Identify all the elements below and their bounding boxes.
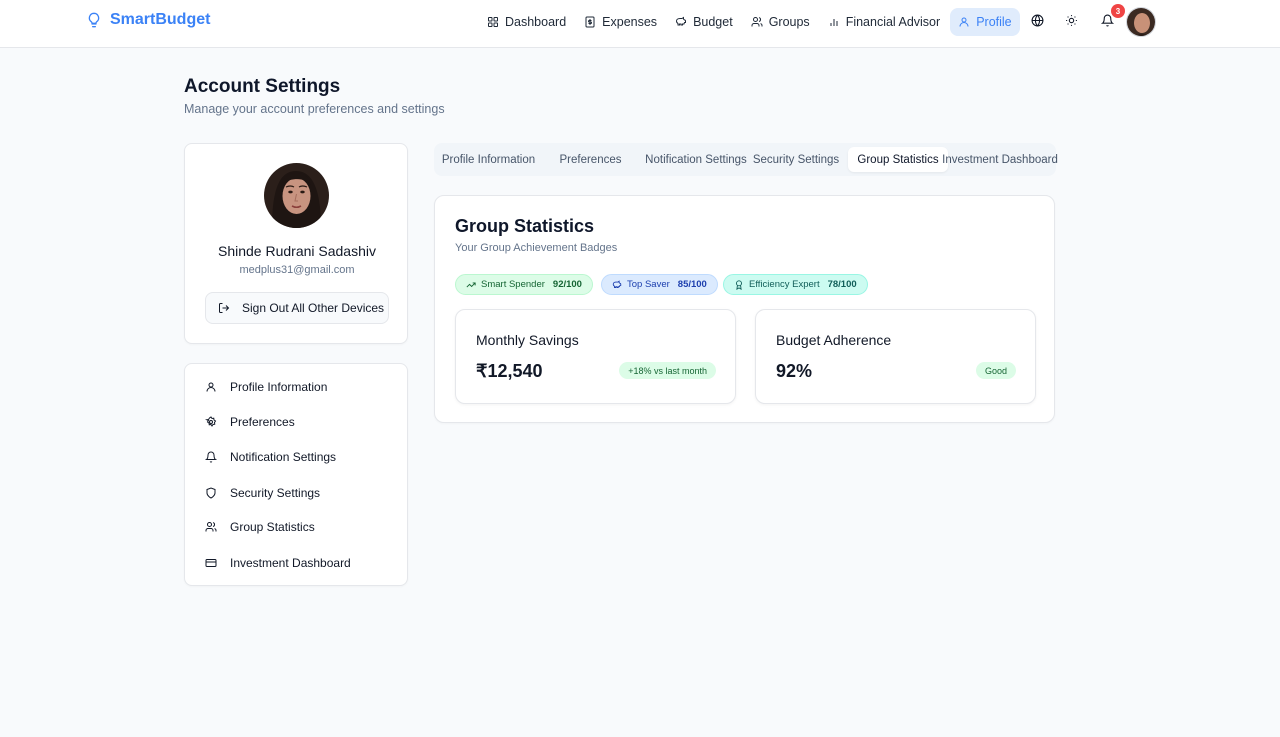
globe-icon xyxy=(1031,14,1043,26)
stat-value: 92% xyxy=(776,361,813,381)
tab-security-settings[interactable]: Security Settings xyxy=(752,147,840,172)
log-out-icon xyxy=(219,303,230,313)
shield-icon xyxy=(206,487,216,499)
brand-name: SmartBudget xyxy=(110,11,211,28)
profile-name: Shinde Rudrani Sadashiv xyxy=(218,243,376,259)
piggy-bank-icon xyxy=(612,279,622,288)
piggy-bank-icon xyxy=(676,16,687,26)
tab-label: Security Settings xyxy=(752,153,840,166)
tab-preferences[interactable]: Preferences xyxy=(552,147,629,172)
tab-investment-dashboard[interactable]: Investment Dashboard xyxy=(942,147,1058,172)
user-avatar[interactable] xyxy=(1126,7,1156,37)
nav-item-label: Profile xyxy=(976,15,1012,29)
award-icon xyxy=(736,279,742,290)
nav-item-groups[interactable]: Groups xyxy=(743,8,818,36)
badge-label: Smart Spender xyxy=(481,279,545,290)
menu-item-group-statistics[interactable]: Group Statistics xyxy=(185,512,409,542)
section-subtitle: Your Group Achievement Badges xyxy=(455,242,618,254)
menu-item-preferences[interactable]: Preferences xyxy=(185,407,409,437)
nav-item-label: Expenses xyxy=(602,15,658,29)
nav-item-budget[interactable]: Budget xyxy=(667,8,741,36)
menu-item-label: Group Statistics xyxy=(230,520,315,534)
tab-label: Notification Settings xyxy=(645,153,747,166)
users-icon xyxy=(751,17,763,27)
badge-score: 92/100 xyxy=(552,279,582,290)
tab-label: Investment Dashboard xyxy=(942,153,1058,166)
bell-icon xyxy=(205,451,217,463)
profile-photo xyxy=(264,163,329,228)
badge-smart-spender: Smart Spender 92/100 xyxy=(455,274,593,295)
notification-count-badge: 3 xyxy=(1111,4,1125,18)
theme-toggle-button[interactable] xyxy=(1063,12,1079,28)
group-statistics-card: Group Statistics Your Group Achievement … xyxy=(434,195,1055,423)
profile-avatar xyxy=(264,163,329,228)
badge-efficiency-expert: Efficiency Expert 78/100 xyxy=(723,274,868,295)
bell-icon xyxy=(1100,14,1114,26)
top-navbar: SmartBudget Dashboard Expenses Budget Gr… xyxy=(0,0,1280,48)
section-title: Group Statistics xyxy=(455,216,595,236)
menu-item-notification-settings[interactable]: Notification Settings xyxy=(185,442,409,472)
nav-item-label: Dashboard xyxy=(505,15,567,29)
trending-up-icon xyxy=(466,281,476,287)
badge-score: 85/100 xyxy=(677,279,707,290)
settings-side-menu: Profile Information Preferences Notifica… xyxy=(184,363,408,586)
tab-label: Profile Information xyxy=(441,153,536,166)
menu-item-profile-information[interactable]: Profile Information xyxy=(185,372,409,402)
main-nav: Dashboard Expenses Budget Groups Financi… xyxy=(479,8,1020,36)
sign-out-other-devices-button[interactable]: Sign Out All Other Devices xyxy=(205,292,389,324)
stat-status-tag: Good xyxy=(975,362,1016,379)
page-subtitle: Manage your account preferences and sett… xyxy=(184,102,445,116)
menu-item-label: Investment Dashboard xyxy=(230,556,351,570)
nav-item-profile[interactable]: Profile xyxy=(950,8,1020,36)
menu-item-label: Notification Settings xyxy=(230,450,337,464)
tab-label: Preferences xyxy=(559,153,622,166)
nav-item-label: Groups xyxy=(768,15,810,29)
grid-icon xyxy=(488,17,498,27)
user-icon xyxy=(959,17,969,27)
users-icon xyxy=(205,522,217,532)
stat-label: Budget Adherence xyxy=(776,332,892,348)
badge-score: 78/100 xyxy=(827,279,857,290)
menu-item-investment-dashboard[interactable]: Investment Dashboard xyxy=(185,548,409,578)
nav-item-label: Financial Advisor xyxy=(845,15,941,29)
monthly-savings-card: Monthly Savings ₹12,540 +18% vs last mon… xyxy=(455,309,736,404)
page-title: Account Settings xyxy=(184,76,341,97)
stat-trend-tag: +18% vs last month xyxy=(619,362,716,379)
lightbulb-icon xyxy=(88,12,100,28)
menu-item-label: Security Settings xyxy=(230,486,321,500)
badge-label: Top Saver xyxy=(627,279,670,290)
profile-email: medplus31@gmail.com xyxy=(239,264,355,276)
tab-label: Group Statistics xyxy=(857,153,939,166)
nav-item-label: Budget xyxy=(693,15,733,29)
gear-icon xyxy=(205,416,217,427)
credit-card-icon xyxy=(205,559,217,567)
nav-item-dashboard[interactable]: Dashboard xyxy=(479,8,574,36)
brand-logo[interactable]: SmartBudget xyxy=(86,11,210,29)
tab-profile-information[interactable]: Profile Information xyxy=(438,147,539,172)
bar-chart-icon xyxy=(830,19,838,26)
user-icon xyxy=(206,382,216,392)
stat-value: ₹12,540 xyxy=(476,361,543,381)
tab-notification-settings[interactable]: Notification Settings xyxy=(639,147,753,172)
stat-label: Monthly Savings xyxy=(476,332,579,348)
language-button[interactable] xyxy=(1029,12,1045,28)
nav-item-expenses[interactable]: Expenses xyxy=(576,8,665,36)
menu-item-label: Preferences xyxy=(230,415,295,429)
tab-group-statistics[interactable]: Group Statistics xyxy=(848,147,948,172)
menu-item-label: Profile Information xyxy=(230,380,328,394)
receipt-icon xyxy=(585,16,595,28)
menu-item-security-settings[interactable]: Security Settings xyxy=(185,478,409,508)
avatar-image xyxy=(1127,8,1155,36)
badge-label: Efficiency Expert xyxy=(749,279,820,290)
budget-adherence-card: Budget Adherence 92% Good xyxy=(755,309,1036,404)
settings-tabs: Profile Information Preferences Notifica… xyxy=(434,143,1058,176)
nav-item-financial-advisor[interactable]: Financial Advisor xyxy=(820,8,949,36)
sign-out-label: Sign Out All Other Devices xyxy=(242,301,385,315)
badge-top-saver: Top Saver 85/100 xyxy=(601,274,718,295)
sun-icon xyxy=(1065,14,1077,26)
profile-card: Shinde Rudrani Sadashiv medplus31@gmail.… xyxy=(184,143,408,344)
